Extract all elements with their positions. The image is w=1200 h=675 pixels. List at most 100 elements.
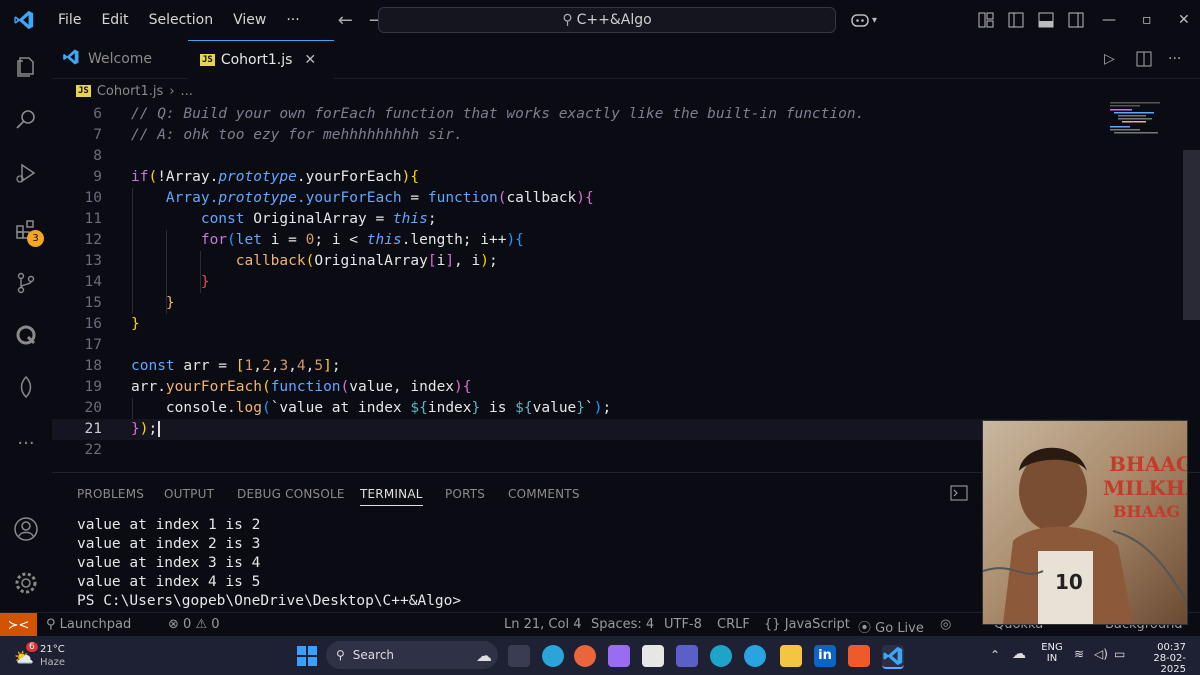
customize-layout-icon[interactable] — [978, 0, 994, 40]
run-file-icon[interactable]: ▷ — [1104, 40, 1115, 78]
line-ending[interactable]: CRLF — [717, 617, 750, 632]
brave-icon[interactable] — [848, 645, 870, 667]
microsoft-store-icon[interactable] — [642, 645, 664, 667]
more-views-icon[interactable]: ··· — [13, 430, 39, 456]
source-control-icon[interactable] — [13, 270, 39, 296]
close-window-icon[interactable]: ✕ — [1178, 0, 1190, 40]
line-number: 15 — [84, 295, 102, 311]
menu-more[interactable]: ··· — [276, 12, 309, 28]
copilot-app-icon[interactable] — [608, 645, 630, 667]
settings-gear-icon[interactable] — [13, 570, 39, 596]
tab-welcome-label: Welcome — [88, 51, 153, 67]
linkedin-icon[interactable]: in — [814, 645, 836, 667]
vscode-taskbar-icon[interactable] — [882, 645, 904, 669]
menu-file[interactable]: File — [48, 12, 91, 28]
editor-scrollbar[interactable] — [1183, 150, 1200, 320]
telegram-icon[interactable] — [744, 645, 766, 667]
restore-icon[interactable]: ▫ — [1142, 0, 1152, 40]
copilot-status-icon[interactable]: ◎ — [940, 617, 951, 632]
code-line: 17 — [52, 335, 1182, 356]
line-number: 14 — [84, 274, 102, 290]
firefox-icon[interactable] — [574, 645, 596, 667]
weather-temp: 21°C — [40, 644, 65, 655]
battery-icon[interactable]: ▭ — [1114, 647, 1125, 661]
command-center-search[interactable]: ⚲ C++&Algo — [378, 7, 836, 33]
onedrive-icon[interactable]: ☁ — [1012, 646, 1026, 662]
editor-tab-bar: Welcome JS Cohort1.js ✕ ▷ ··· — [52, 40, 1200, 79]
line-number: 9 — [93, 169, 102, 185]
search-highlight-icon: ☁ — [476, 645, 492, 665]
cursor-position[interactable]: Ln 21, Col 4 — [504, 617, 581, 632]
problems-status[interactable]: ⊗ 0 ⚠ 0 — [168, 617, 220, 632]
language-indicator[interactable]: ENG IN — [1040, 642, 1064, 664]
launchpad-item[interactable]: ⚲ Launchpad — [46, 617, 131, 632]
widgets-icon[interactable] — [542, 645, 564, 667]
tab-ports[interactable]: PORTS — [445, 487, 485, 501]
account-icon[interactable] — [13, 516, 39, 542]
code-editor[interactable]: 6// Q: Build your own forEach function t… — [52, 104, 1182, 470]
run-debug-icon[interactable] — [13, 160, 39, 186]
terminal-shell-icon[interactable] — [950, 485, 968, 505]
quokka-icon[interactable] — [13, 322, 39, 348]
windows-start-icon[interactable] — [296, 645, 318, 667]
tab-terminal[interactable]: TERMINAL — [360, 487, 423, 506]
tab-comments[interactable]: COMMENTS — [508, 487, 580, 501]
indentation-setting[interactable]: Spaces: 4 — [591, 617, 654, 632]
code-line: 15 } — [52, 293, 1182, 314]
weather-badge: 6 — [26, 642, 38, 652]
taskbar-search-label: Search — [352, 648, 395, 662]
broadcast-icon: ⦿ — [858, 621, 872, 636]
tab-welcome[interactable]: Welcome — [62, 40, 186, 78]
menu-edit[interactable]: Edit — [91, 12, 138, 28]
taskbar-search[interactable]: ⚲ Search ☁ — [326, 641, 498, 669]
back-arrow-icon[interactable]: ← — [338, 10, 353, 31]
tab-cohort1[interactable]: JS Cohort1.js ✕ — [188, 40, 334, 79]
explorer-icon[interactable] — [13, 54, 39, 80]
line-number: 22 — [84, 442, 102, 458]
language-mode[interactable]: {} JavaScript — [764, 617, 850, 632]
weather-widget[interactable]: ⛅ 6 21°C Haze — [12, 642, 92, 670]
volume-icon[interactable]: ◁) — [1094, 647, 1108, 661]
breadcrumb-file[interactable]: Cohort1.js — [97, 84, 163, 99]
file-explorer-icon[interactable] — [780, 645, 802, 667]
remote-indicator-icon[interactable]: ≻< — [0, 613, 37, 637]
line-number: 18 — [84, 358, 102, 374]
split-editor-icon[interactable] — [1136, 40, 1152, 78]
menu-view[interactable]: View — [223, 12, 276, 28]
task-view-icon[interactable] — [508, 645, 530, 667]
clock[interactable]: 00:37 28-02-2025 — [1134, 642, 1186, 675]
js-file-icon: JS — [200, 54, 215, 66]
error-icon: ⊗ — [168, 617, 179, 632]
file-encoding[interactable]: UTF-8 — [664, 617, 702, 632]
breadcrumb-more[interactable]: ... — [181, 84, 193, 99]
minimize-icon[interactable]: — — [1102, 0, 1116, 40]
edge-icon[interactable] — [710, 645, 732, 667]
wifi-icon[interactable]: ≋ — [1074, 647, 1084, 661]
more-actions-icon[interactable]: ··· — [1168, 40, 1181, 78]
close-tab-icon[interactable]: ✕ — [304, 52, 316, 68]
search-sidebar-icon[interactable] — [13, 106, 39, 132]
toggle-secondary-sidebar-icon[interactable] — [1068, 0, 1084, 40]
toggle-primary-sidebar-icon[interactable] — [1008, 0, 1024, 40]
go-live-item[interactable]: ⦿ Go Live — [858, 617, 924, 636]
tab-problems[interactable]: PROBLEMS — [77, 487, 144, 501]
copilot-icon[interactable]: ▾ — [850, 0, 877, 40]
terminal-prompt[interactable]: PS C:\Users\gopeb\OneDrive\Desktop\C++&A… — [77, 593, 461, 609]
show-hidden-icons-icon[interactable]: ⌃ — [990, 648, 1000, 662]
teams-icon[interactable] — [676, 645, 698, 667]
line-number: 21 — [84, 421, 102, 437]
mongodb-leaf-icon[interactable] — [13, 374, 39, 400]
code-line: 11 const OriginalArray = this; — [52, 209, 1182, 230]
tab-cohort1-label: Cohort1.js — [220, 52, 293, 68]
text-cursor — [158, 421, 161, 437]
toggle-panel-icon[interactable] — [1038, 0, 1054, 40]
menu-selection[interactable]: Selection — [139, 12, 224, 28]
tab-output[interactable]: OUTPUT — [164, 487, 214, 501]
line-number: 17 — [84, 337, 102, 353]
code-line: 7// A: ohk too ezy for mehhhhhhhhh sir. — [52, 125, 1182, 146]
tab-debug-console[interactable]: DEBUG CONSOLE — [237, 487, 345, 501]
js-file-icon: JS — [76, 85, 91, 97]
search-icon: ⚲ — [336, 648, 345, 662]
line-number: 11 — [84, 211, 102, 227]
minimap[interactable] — [1110, 100, 1180, 140]
